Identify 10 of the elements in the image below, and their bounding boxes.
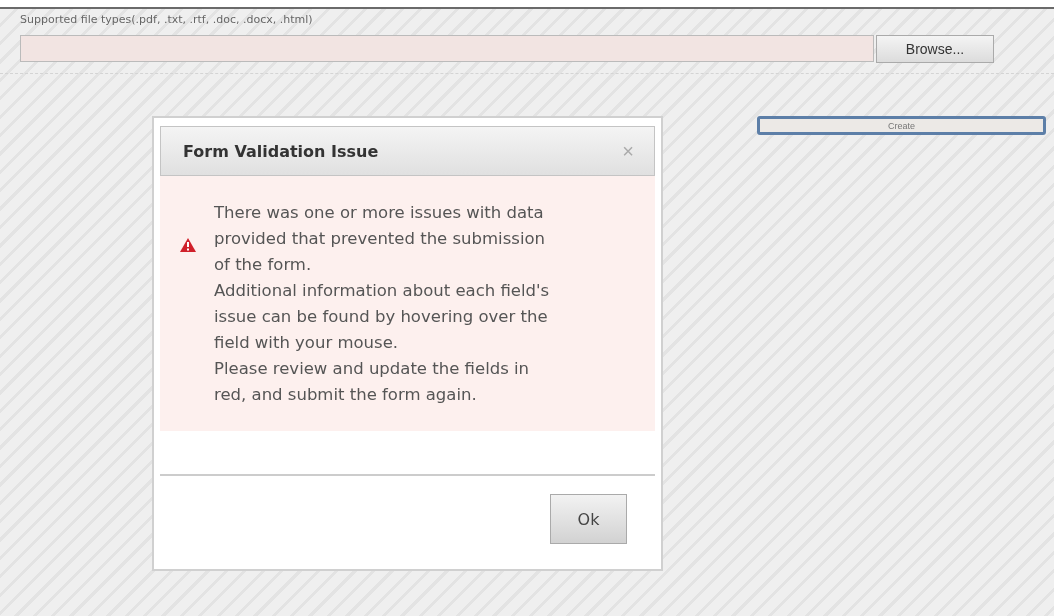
dialog-title: Form Validation Issue <box>183 141 379 161</box>
message-text: There was one or more issues with data provided that prevented the submission of the form. <box>214 202 547 276</box>
browse-button[interactable]: Browse... <box>876 35 994 63</box>
warning-icon <box>180 238 196 252</box>
message-text: Please review and update the fields in red, and submit the form again. <box>214 358 531 406</box>
ok-button[interactable]: Ok <box>550 494 627 544</box>
message-text: Additional information about each field's issue can be found by hovering over the field with your mouse. <box>214 280 551 354</box>
file-path-field[interactable] <box>20 35 874 62</box>
file-types-label: Supported file types(.pdf, .txt, .rtf, .doc, .docx, .html) <box>20 13 314 26</box>
create-button[interactable]: Create <box>757 116 1046 135</box>
